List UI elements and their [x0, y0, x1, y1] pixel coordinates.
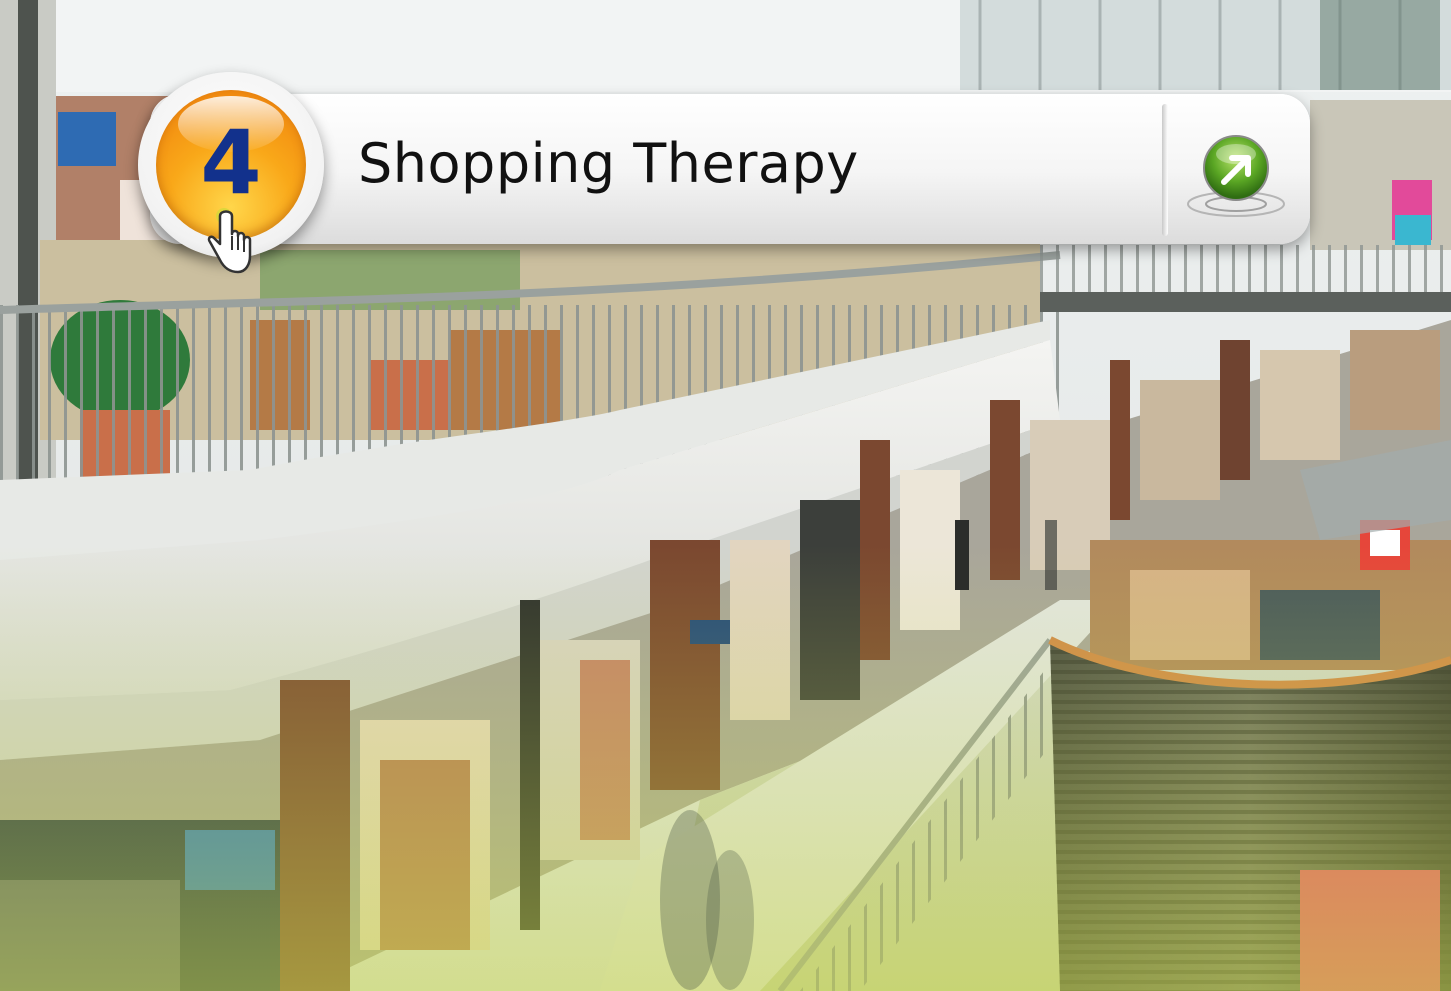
screen: Shopping Therapy 4 [0, 0, 1451, 991]
arrow-up-right-icon [1187, 135, 1285, 217]
topic-title: Shopping Therapy [358, 132, 859, 195]
topic-title-bar: Shopping Therapy [150, 94, 1310, 244]
go-button[interactable] [1180, 130, 1292, 226]
topic-number: 4 [200, 111, 262, 214]
hand-pointer-icon [207, 208, 252, 274]
bar-divider [1162, 104, 1168, 236]
